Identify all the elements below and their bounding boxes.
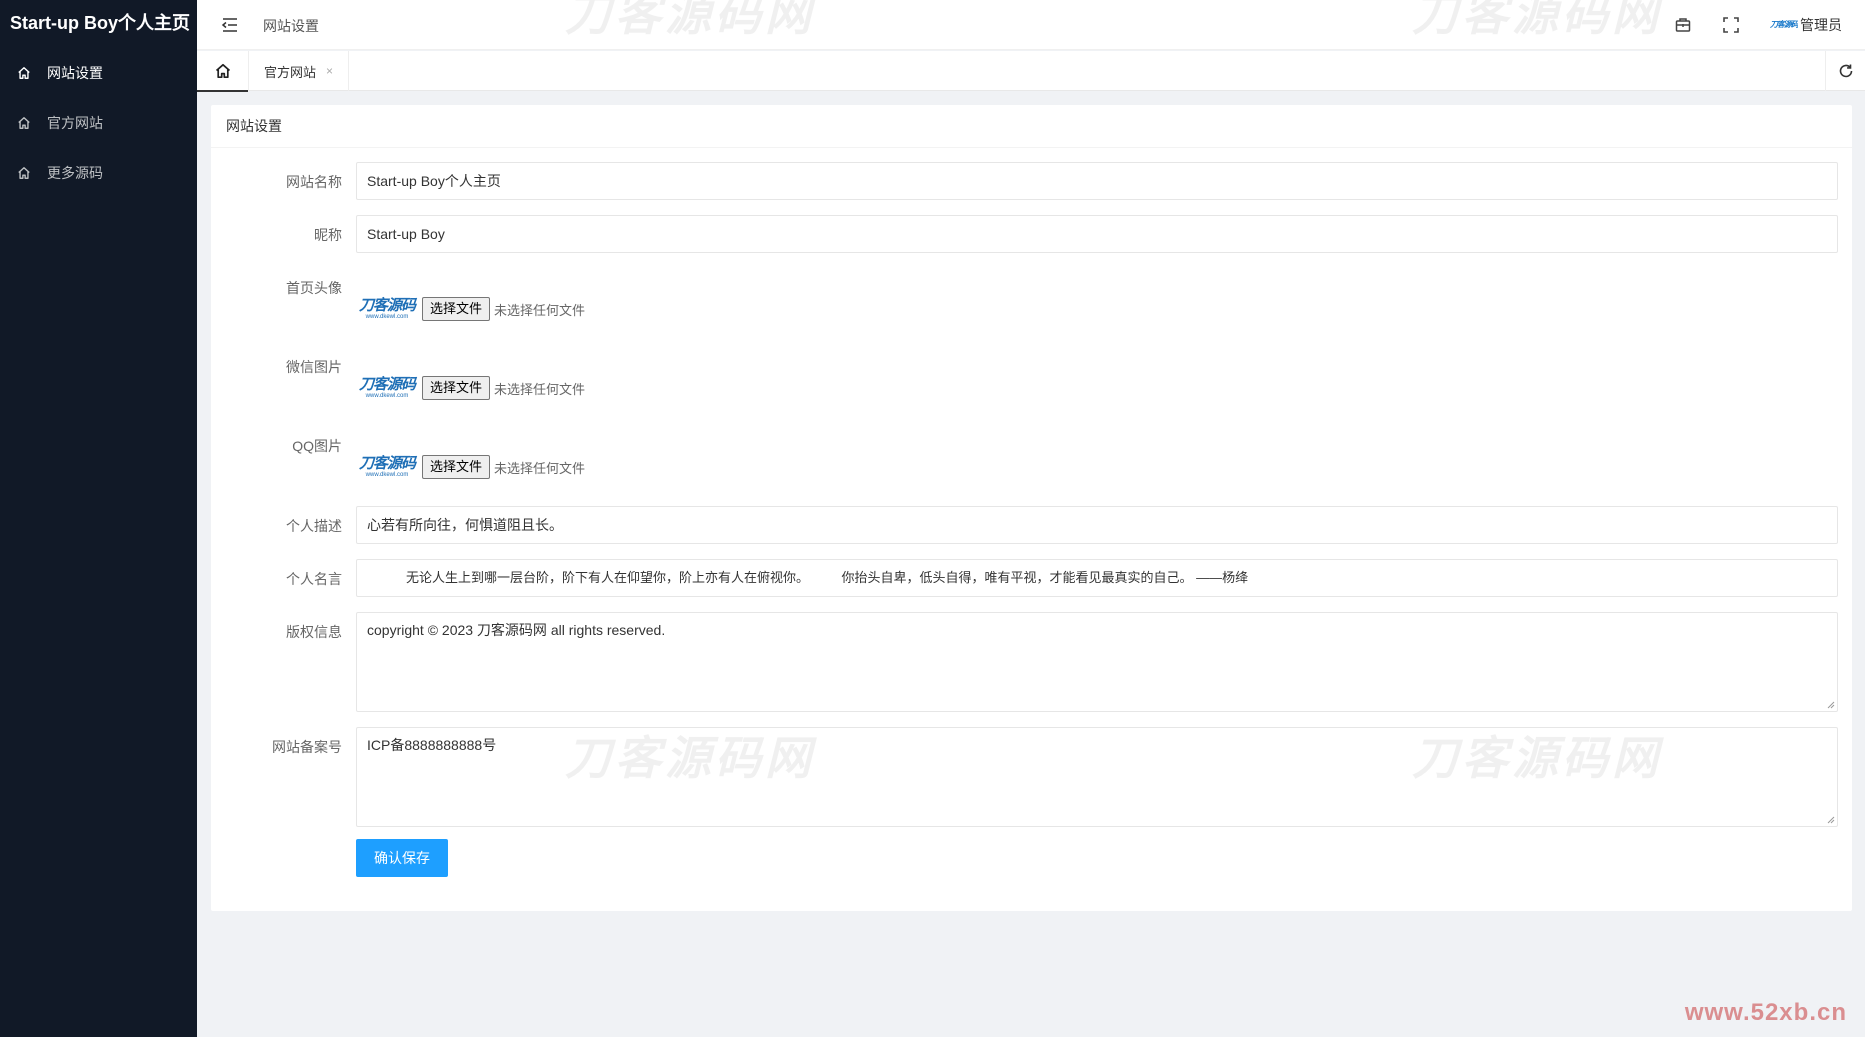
home-icon	[18, 167, 30, 179]
site-name-label: 网站名称	[286, 174, 342, 190]
wechat-preview-image: 刀客源码 www.dkewl.com	[356, 357, 418, 419]
breadcrumb: 网站设置	[263, 18, 319, 34]
tab-official-site[interactable]: 官方网站 ×	[249, 51, 349, 91]
admin-label: 管理员	[1800, 17, 1842, 33]
wechat-label: 微信图片	[286, 359, 342, 375]
home-icon	[18, 117, 30, 129]
fullscreen-icon[interactable]	[1721, 15, 1741, 35]
wechat-upload: 刀客源码 www.dkewl.com 选择文件 未选择任何文件	[356, 357, 585, 419]
refresh-icon	[1839, 64, 1852, 78]
motto-label: 个人名言	[286, 571, 342, 587]
description-input[interactable]: 心若有所向往，何惧道阻且长。	[356, 506, 1838, 544]
admin-avatar: 刀客源码	[1770, 20, 1798, 29]
icp-text: ICP备8888888888号	[367, 737, 497, 753]
thumb-url: www.dkewl.com	[365, 471, 409, 478]
thumb-url: www.dkewl.com	[365, 313, 409, 320]
description-label: 个人描述	[286, 518, 342, 534]
thumb-url: www.dkewl.com	[365, 392, 409, 399]
nickname-label: 昵称	[314, 227, 342, 243]
wechat-file-status: 未选择任何文件	[494, 381, 586, 397]
resize-grip-icon[interactable]	[1825, 814, 1835, 824]
settings-card: 网站设置 网站名称 Start-up Boy个人主页 昵称 Start-up B…	[211, 105, 1852, 911]
copyright-textarea[interactable]: copyright © 2023 刀客源码网 all rights reserv…	[356, 612, 1838, 712]
qq-upload: 刀客源码 www.dkewl.com 选择文件 未选择任何文件	[356, 436, 585, 498]
icp-label: 网站备案号	[272, 739, 342, 755]
sidebar-item-label: 官方网站	[47, 115, 103, 131]
sidebar-item-site-settings[interactable]: 网站设置	[0, 48, 197, 98]
save-button[interactable]: 确认保存	[356, 839, 448, 877]
home-icon	[215, 63, 230, 79]
qq-label: QQ图片	[292, 438, 342, 454]
sidebar-logo: Start-up Boy个人主页	[10, 13, 190, 33]
avatar-label: 首页头像	[286, 280, 342, 296]
sidebar-item-official-site[interactable]: 官方网站	[0, 98, 197, 148]
tab-close-icon[interactable]: ×	[326, 64, 333, 78]
sidebar: Start-up Boy个人主页 网站设置 官方网站 更多源码	[0, 0, 197, 1037]
card-title: 网站设置	[211, 105, 1852, 148]
copyright-text: copyright © 2023 刀客源码网 all rights reserv…	[367, 622, 666, 638]
app-root: Start-up Boy个人主页 网站设置 官方网站 更多源码 网站设置 刀客源	[0, 0, 1865, 1037]
clear-cache-icon[interactable]	[1673, 15, 1693, 35]
icp-textarea[interactable]: ICP备8888888888号	[356, 727, 1838, 827]
motto-input[interactable]: 无论人生上到哪一层台阶，阶下有人在仰望你，阶上亦有人在俯视你。 你抬头自卑，低头…	[356, 559, 1838, 597]
nickname-input[interactable]: Start-up Boy	[356, 215, 1838, 253]
thumb-brand: 刀客源码	[358, 296, 416, 314]
avatar-preview-image: 刀客源码 www.dkewl.com	[356, 278, 418, 340]
tab-home[interactable]	[197, 51, 249, 92]
sidebar-item-label: 网站设置	[47, 65, 103, 81]
avatar-upload: 刀客源码 www.dkewl.com 选择文件 未选择任何文件	[356, 278, 585, 340]
top-header: 网站设置 刀客源码 管理员	[197, 0, 1865, 50]
menu-toggle-icon[interactable]	[221, 16, 239, 34]
corner-watermark: www.52xb.cn	[1684, 999, 1847, 1026]
sidebar-item-label: 更多源码	[47, 165, 103, 181]
qq-file-status: 未选择任何文件	[494, 460, 586, 476]
avatar-file-status: 未选择任何文件	[494, 302, 586, 318]
qq-preview-image: 刀客源码 www.dkewl.com	[356, 436, 418, 498]
avatar-choose-file-button[interactable]: 选择文件	[422, 297, 491, 321]
sidebar-item-more-source[interactable]: 更多源码	[0, 148, 197, 198]
copyright-label: 版权信息	[286, 624, 342, 640]
wechat-choose-file-button[interactable]: 选择文件	[422, 376, 491, 400]
home-icon	[18, 67, 30, 79]
qq-choose-file-button[interactable]: 选择文件	[422, 455, 491, 479]
thumb-brand: 刀客源码	[358, 375, 416, 393]
tab-bar: 官方网站 ×	[197, 51, 1865, 92]
site-name-input[interactable]: Start-up Boy个人主页	[356, 162, 1838, 200]
thumb-brand: 刀客源码	[358, 454, 416, 472]
resize-grip-icon[interactable]	[1825, 699, 1835, 709]
refresh-tab-button[interactable]	[1825, 51, 1865, 91]
tab-label: 官方网站	[264, 64, 317, 80]
admin-menu[interactable]: 刀客源码 管理员	[1770, 15, 1842, 35]
